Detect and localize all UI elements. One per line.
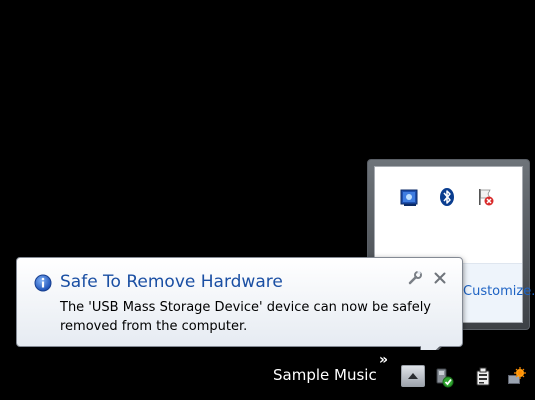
close-icon[interactable] xyxy=(432,270,448,286)
hardware-app-icon[interactable] xyxy=(399,187,419,207)
desktop: Customize... Safe To Remove Hardware The… xyxy=(0,0,535,400)
toolbar-sample-music[interactable]: Sample Music xyxy=(273,366,377,384)
chevron-up-icon xyxy=(408,373,418,379)
power-icon[interactable] xyxy=(472,366,494,388)
balloon-message-line: removed from the computer. xyxy=(60,319,248,334)
network-icon[interactable] xyxy=(505,366,527,388)
action-center-error-flag-icon[interactable] xyxy=(475,187,495,207)
balloon-message-line: The 'USB Mass Storage Device' device can… xyxy=(60,300,432,315)
safely-remove-hardware-icon[interactable] xyxy=(433,366,455,388)
taskbar: » Sample Music xyxy=(0,350,535,400)
notification-balloon[interactable]: Safe To Remove Hardware The 'USB Mass St… xyxy=(16,257,463,347)
bluetooth-icon[interactable] xyxy=(437,187,457,207)
info-icon xyxy=(34,274,52,292)
wrench-icon[interactable] xyxy=(407,270,423,286)
balloon-title: Safe To Remove Hardware xyxy=(60,272,283,292)
overflow-icon-row xyxy=(375,167,522,207)
show-hidden-icons-button[interactable] xyxy=(401,365,425,387)
toolbar-chevron-icon[interactable]: » xyxy=(379,352,388,368)
customize-link[interactable]: Customize... xyxy=(463,284,535,299)
balloon-message: The 'USB Mass Storage Device' device can… xyxy=(60,298,440,336)
